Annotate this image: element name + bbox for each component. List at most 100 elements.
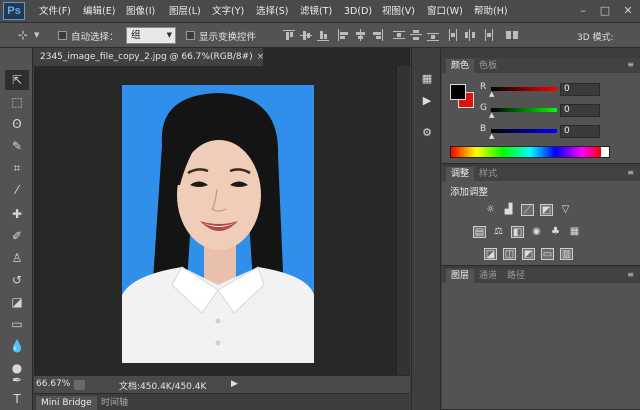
- tab-styles[interactable]: 样式: [474, 167, 502, 181]
- chevron-down-icon[interactable]: ▼: [34, 31, 39, 39]
- menu-edit[interactable]: 编辑(E): [83, 4, 115, 19]
- blue-channel-label: B: [480, 124, 487, 134]
- green-slider-thumb[interactable]: ▲: [489, 111, 494, 119]
- brightness-contrast-icon[interactable]: ☼: [484, 204, 497, 216]
- properties-panel-icon[interactable]: ⚙: [417, 124, 437, 142]
- align-top-icon[interactable]: [283, 29, 295, 41]
- tab-paths[interactable]: 路径: [502, 269, 530, 283]
- panel-menu-icon[interactable]: ≡: [627, 60, 634, 69]
- gradient-map-icon[interactable]: ▭: [541, 248, 554, 260]
- red-slider[interactable]: [491, 87, 557, 91]
- crop-tool-icon[interactable]: ⌗: [5, 158, 29, 178]
- channel-mixer-icon[interactable]: ♣: [549, 226, 562, 238]
- distribute-bottom-icon[interactable]: [427, 29, 439, 41]
- align-bottom-icon[interactable]: [317, 29, 329, 41]
- panel-menu-icon[interactable]: ≡: [627, 270, 634, 279]
- tab-timeline[interactable]: 时间轴: [96, 396, 133, 410]
- curves-icon[interactable]: ⟋: [521, 204, 534, 216]
- move-tool-icon[interactable]: ⇱: [5, 70, 29, 90]
- exposure-icon[interactable]: ◩: [540, 204, 553, 216]
- posterize-icon[interactable]: ◫: [503, 248, 516, 260]
- pen-tool-icon[interactable]: ✒: [5, 370, 29, 390]
- menu-window[interactable]: 窗口(W): [427, 4, 463, 19]
- red-slider-thumb[interactable]: ▲: [489, 90, 494, 98]
- quick-select-tool-icon[interactable]: ✎: [5, 136, 29, 156]
- eyedropper-tool-icon[interactable]: ⁄: [5, 180, 29, 200]
- tab-layers[interactable]: 图层: [446, 269, 475, 283]
- auto-select-checkbox[interactable]: [58, 31, 67, 40]
- tab-swatches[interactable]: 色板: [474, 59, 502, 73]
- tab-color[interactable]: 颜色: [446, 59, 475, 73]
- menu-help[interactable]: 帮助(H): [474, 4, 508, 19]
- layers-list[interactable]: [442, 283, 640, 393]
- menu-image[interactable]: 图像(I): [126, 4, 155, 19]
- zoom-level[interactable]: 66.67%: [36, 379, 70, 389]
- eraser-tool-icon[interactable]: ◪: [5, 292, 29, 312]
- brush-tool-icon[interactable]: ✐: [5, 226, 29, 246]
- menu-view[interactable]: 视图(V): [382, 4, 415, 19]
- distribute-top-icon[interactable]: [393, 29, 405, 41]
- photo-filter-icon[interactable]: ◉: [530, 226, 543, 238]
- blue-value-field[interactable]: 0: [560, 125, 600, 138]
- selective-color-icon[interactable]: ▥: [560, 248, 573, 260]
- red-value-field[interactable]: 0: [560, 83, 600, 96]
- hue-saturation-icon[interactable]: ▤: [473, 226, 486, 238]
- color-panel: 颜色 色板 ≡ R ▲ 0 G ▲ 0 B ▲ 0: [442, 58, 640, 164]
- menu-select[interactable]: 选择(S): [256, 4, 288, 19]
- close-button[interactable]: ✕: [618, 2, 638, 20]
- color-lookup-icon[interactable]: ▦: [568, 226, 581, 238]
- marquee-tool-icon[interactable]: ⬚: [5, 92, 29, 112]
- clone-stamp-tool-icon[interactable]: ♙: [5, 248, 29, 268]
- lasso-tool-icon[interactable]: ʘ: [5, 114, 29, 134]
- history-brush-tool-icon[interactable]: ↺: [5, 270, 29, 290]
- close-icon[interactable]: ×: [257, 52, 265, 62]
- status-menu-arrow-icon[interactable]: ▶: [231, 379, 238, 389]
- tab-adjustments[interactable]: 调整: [446, 167, 475, 181]
- auto-select-dropdown[interactable]: 组 ▼: [126, 27, 176, 44]
- blue-slider[interactable]: [491, 129, 557, 133]
- type-tool-icon[interactable]: T: [5, 389, 29, 409]
- black-white-icon[interactable]: ◧: [511, 226, 524, 238]
- distribute-left-icon[interactable]: [447, 29, 459, 41]
- tab-mini-bridge[interactable]: Mini Bridge: [36, 396, 97, 410]
- portrait-photo[interactable]: [122, 85, 314, 363]
- menu-file[interactable]: 文件(F): [39, 4, 71, 19]
- align-vcenter-icon[interactable]: [300, 29, 312, 41]
- history-panel-icon[interactable]: ▦: [417, 70, 437, 88]
- levels-icon[interactable]: ▟: [502, 204, 515, 216]
- distribute-vcenter-icon[interactable]: [410, 29, 422, 41]
- align-hcenter-icon[interactable]: [354, 29, 366, 41]
- menu-type[interactable]: 文字(Y): [212, 4, 244, 19]
- gradient-tool-icon[interactable]: ▭: [5, 314, 29, 334]
- move-tool-preset-icon[interactable]: ⊹: [18, 28, 28, 42]
- blur-tool-icon[interactable]: 💧: [5, 336, 29, 356]
- distribute-right-icon[interactable]: [481, 29, 493, 41]
- tab-channels[interactable]: 通道: [474, 269, 502, 283]
- document-tab[interactable]: 2345_image_file_copy_2.jpg @ 66.7%(RGB/8…: [34, 48, 264, 66]
- document-info-icon[interactable]: [74, 380, 85, 390]
- menu-3d[interactable]: 3D(D): [344, 4, 372, 19]
- menu-layer[interactable]: 图层(L): [169, 4, 201, 19]
- align-left-icon[interactable]: [337, 29, 349, 41]
- healing-brush-tool-icon[interactable]: ✚: [5, 204, 29, 224]
- panel-menu-icon[interactable]: ≡: [627, 168, 634, 177]
- red-channel-label: R: [480, 82, 487, 92]
- vibrance-icon[interactable]: ▽: [559, 204, 572, 216]
- invert-icon[interactable]: ◪: [484, 248, 497, 260]
- actions-play-icon[interactable]: ▶: [417, 92, 437, 110]
- vertical-scrollbar[interactable]: [396, 66, 410, 375]
- minimize-button[interactable]: –: [573, 2, 593, 20]
- maximize-button[interactable]: □: [595, 2, 615, 20]
- align-right-icon[interactable]: [371, 29, 383, 41]
- color-spectrum-bar[interactable]: [450, 146, 610, 158]
- green-slider[interactable]: [491, 108, 557, 112]
- color-balance-icon[interactable]: ⚖: [492, 226, 505, 238]
- show-transform-checkbox[interactable]: [186, 31, 195, 40]
- auto-align-icon[interactable]: [506, 29, 518, 41]
- threshold-icon[interactable]: ◩: [522, 248, 535, 260]
- blue-slider-thumb[interactable]: ▲: [489, 132, 494, 140]
- distribute-hcenter-icon[interactable]: [464, 29, 476, 41]
- green-value-field[interactable]: 0: [560, 104, 600, 117]
- menu-filter[interactable]: 滤镜(T): [300, 4, 332, 19]
- foreground-color-swatch[interactable]: [450, 84, 466, 100]
